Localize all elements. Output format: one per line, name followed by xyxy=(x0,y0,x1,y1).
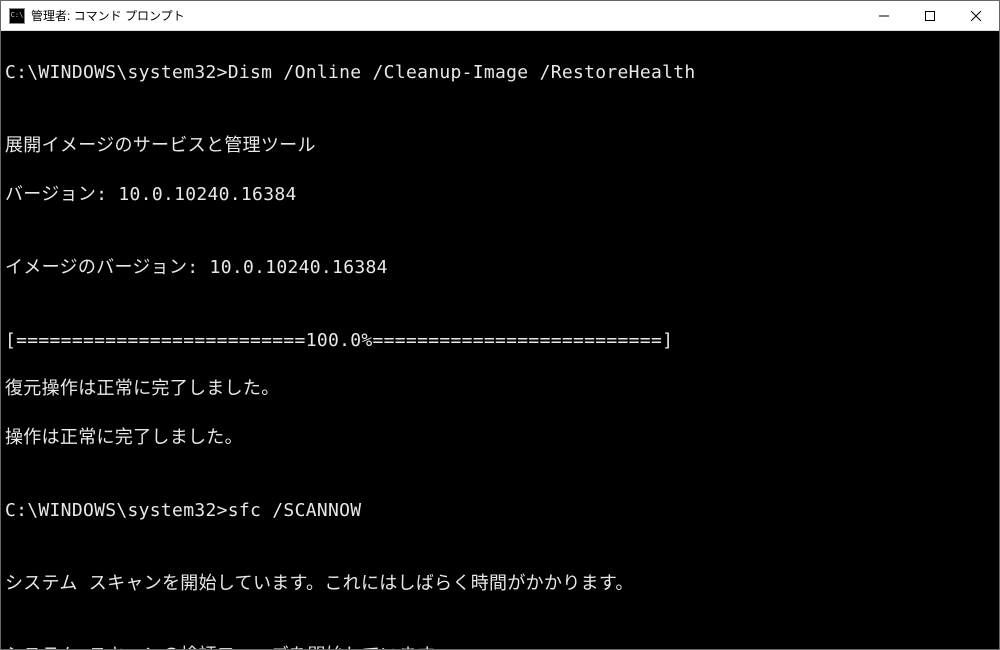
cmd-icon xyxy=(9,8,25,24)
prompt-path: C:\WINDOWS\system32> xyxy=(5,499,228,523)
prompt-command: Dism /Online /Cleanup-Image /RestoreHeal… xyxy=(228,61,696,85)
prompt-line-2: C:\WINDOWS\system32>sfc /SCANNOW xyxy=(5,499,993,523)
command-prompt-window: 管理者: コマンド プロンプト C:\WINDOWS\system32>Dism… xyxy=(0,0,1000,650)
dism-header: 展開イメージのサービスと管理ツール xyxy=(5,134,993,158)
minimize-button[interactable] xyxy=(861,1,907,30)
prompt-command: sfc /SCANNOW xyxy=(228,499,362,523)
window-controls xyxy=(861,1,999,30)
image-version: イメージのバージョン: 10.0.10240.16384 xyxy=(5,256,993,280)
minimize-icon xyxy=(879,11,889,21)
operation-complete: 操作は正常に完了しました。 xyxy=(5,426,993,450)
scan-phase: システム スキャンの検証フェーズを開始しています。 xyxy=(5,644,993,649)
scan-start: システム スキャンを開始しています。これにはしばらく時間がかかります。 xyxy=(5,572,993,596)
progress-bar: [==========================100.0%=======… xyxy=(5,329,993,353)
maximize-icon xyxy=(925,11,935,21)
close-icon xyxy=(971,11,981,21)
close-button[interactable] xyxy=(953,1,999,30)
restore-complete: 復元操作は正常に完了しました。 xyxy=(5,377,993,401)
prompt-line-1: C:\WINDOWS\system32>Dism /Online /Cleanu… xyxy=(5,61,993,85)
dism-version: バージョン: 10.0.10240.16384 xyxy=(5,183,993,207)
window-title: 管理者: コマンド プロンプト xyxy=(31,7,861,24)
maximize-button[interactable] xyxy=(907,1,953,30)
titlebar[interactable]: 管理者: コマンド プロンプト xyxy=(1,1,999,31)
terminal-output[interactable]: C:\WINDOWS\system32>Dism /Online /Cleanu… xyxy=(1,31,999,649)
prompt-path: C:\WINDOWS\system32> xyxy=(5,61,228,85)
